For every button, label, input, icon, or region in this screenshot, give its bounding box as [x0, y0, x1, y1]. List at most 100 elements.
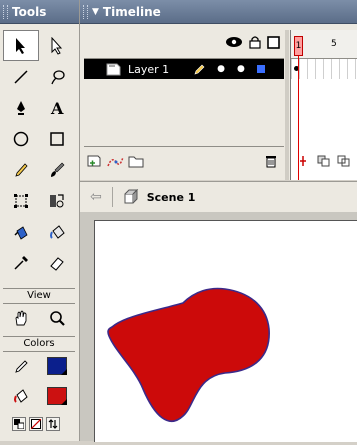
edit-bar: ⇦ Scene 1: [80, 181, 357, 213]
back-arrow-icon[interactable]: ⇦: [90, 189, 102, 205]
outline-icon[interactable]: [267, 35, 280, 49]
eraser-icon: [50, 256, 64, 271]
free-transform-icon: [14, 193, 28, 208]
stage-canvas[interactable]: [94, 220, 357, 442]
hand-tool[interactable]: [3, 303, 39, 333]
layer-icon: [106, 63, 121, 76]
default-colors-button[interactable]: [12, 417, 26, 431]
pen-icon: [17, 100, 25, 115]
fill-transform-tool[interactable]: [39, 185, 75, 216]
eraser-tool[interactable]: [39, 247, 75, 278]
eyedropper-icon: [14, 255, 28, 270]
ink-bottle-tool[interactable]: [3, 216, 39, 247]
fill-color-bucket: [3, 381, 39, 411]
magnifier-icon: [50, 311, 65, 326]
shape-layer: [107, 287, 270, 422]
color-grid: [3, 351, 75, 411]
line-tool[interactable]: [3, 61, 39, 92]
tool-grid: A: [3, 30, 75, 278]
colors-section-label: Colors: [3, 336, 75, 352]
lock-dot[interactable]: ●: [237, 64, 245, 74]
subselect-arrow-icon: [51, 36, 63, 55]
stroke-color-pencil: [3, 351, 39, 381]
zoom-tool[interactable]: [39, 303, 75, 333]
timeline-divider[interactable]: [285, 30, 289, 180]
no-color-icon: [31, 419, 41, 429]
tools-panel: Tools A View Colors: [0, 0, 80, 441]
pencil-icon: [15, 162, 28, 177]
stroke-swatch[interactable]: [47, 357, 67, 375]
view-grid: [3, 303, 75, 333]
add-motion-guide-icon[interactable]: [106, 154, 124, 168]
swap-colors-button[interactable]: [46, 417, 60, 431]
rectangle-tool[interactable]: [39, 123, 75, 154]
red-shape[interactable]: [107, 287, 270, 422]
pencil-icon: [15, 360, 28, 373]
color-mini-buttons: [12, 417, 60, 431]
center-frame-icon[interactable]: [297, 155, 309, 167]
default-colors-icon: [14, 419, 24, 429]
grip-icon[interactable]: [3, 4, 8, 19]
tools-panel-header[interactable]: Tools: [0, 0, 79, 24]
fill-color-swatch[interactable]: [39, 381, 75, 411]
pencil-tool[interactable]: [3, 154, 39, 185]
view-section-label: View: [3, 288, 75, 304]
insert-layer-icon[interactable]: [86, 154, 102, 168]
oval-tool[interactable]: [3, 123, 39, 154]
eyedropper-tool[interactable]: [3, 247, 39, 278]
eye-icon[interactable]: [225, 36, 243, 48]
brush-icon: [51, 162, 65, 177]
fill-transform-icon: [50, 193, 64, 207]
pen-tool[interactable]: [3, 92, 39, 123]
free-transform-tool[interactable]: [3, 185, 39, 216]
onion-skin-outline-icon[interactable]: [337, 155, 351, 167]
visibility-dot[interactable]: ●: [217, 64, 225, 74]
ink-bottle-icon: [14, 225, 28, 240]
text-a-icon: A: [50, 99, 64, 117]
trash-icon[interactable]: [264, 154, 278, 168]
lasso-icon: [51, 69, 65, 84]
playhead[interactable]: 1: [294, 36, 303, 56]
lock-icon[interactable]: [249, 35, 261, 49]
line-icon: [14, 69, 28, 84]
timeline-title: Timeline: [102, 4, 161, 19]
collapse-triangle-icon[interactable]: ▼: [92, 7, 99, 17]
ruler-mark-5: 5: [331, 39, 337, 49]
edit-bar-divider: [111, 187, 113, 207]
timeline-panel: ▼ Timeline Layer 1 ● ● 5 1: [80, 0, 357, 180]
layer-outline-color-box[interactable]: [256, 65, 265, 73]
layer-header-row: [84, 30, 284, 59]
arrow-tool[interactable]: [3, 30, 39, 61]
fill-swatch[interactable]: [47, 387, 67, 405]
paint-bucket-icon: [50, 224, 65, 239]
onion-skin-icon[interactable]: [317, 155, 331, 167]
layer-frame-row[interactable]: [291, 59, 357, 79]
layer-name: Layer 1: [128, 62, 170, 76]
paint-bucket-icon: [14, 389, 28, 403]
layer-row[interactable]: Layer 1 ● ●: [84, 59, 284, 79]
scene-icon: [124, 189, 138, 204]
layer-list-empty: [84, 80, 284, 145]
no-color-button[interactable]: [29, 417, 43, 431]
layer-toolbar: [84, 146, 284, 175]
scene-label[interactable]: Scene 1: [147, 191, 196, 204]
timeline-panel-header[interactable]: ▼ Timeline: [80, 0, 357, 24]
tools-panel-title: Tools: [12, 4, 47, 19]
subselect-tool[interactable]: [39, 30, 75, 61]
grip-icon[interactable]: [83, 4, 88, 19]
insert-folder-icon[interactable]: [128, 154, 144, 168]
paint-bucket-tool[interactable]: [39, 216, 75, 247]
arrow-icon: [16, 37, 25, 54]
stroke-color-swatch[interactable]: [39, 351, 75, 381]
rectangle-icon: [50, 131, 64, 146]
stage-area: [80, 212, 357, 442]
swap-colors-icon: [48, 419, 58, 429]
text-tool[interactable]: A: [39, 92, 75, 123]
pencil-icon: [194, 64, 205, 75]
frame-area[interactable]: 5 1: [290, 30, 357, 180]
oval-icon: [13, 131, 29, 146]
brush-tool[interactable]: [39, 154, 75, 185]
svg-text:A: A: [50, 99, 64, 117]
hand-icon: [15, 310, 27, 326]
lasso-tool[interactable]: [39, 61, 75, 92]
